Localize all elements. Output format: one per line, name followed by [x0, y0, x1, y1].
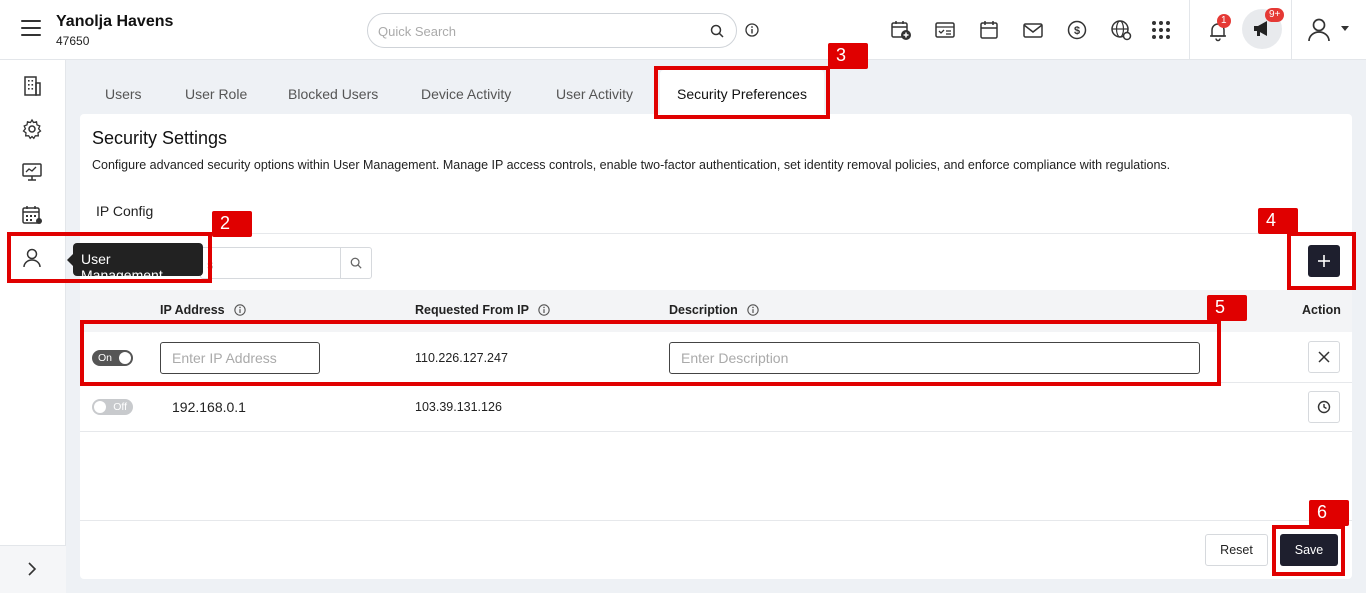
checklist-icon[interactable] [934, 19, 956, 41]
ip-status-toggle[interactable]: Off [92, 399, 133, 415]
header-divider [1291, 0, 1292, 60]
mail-icon[interactable] [1022, 19, 1044, 41]
tab-security-preferences[interactable]: Security Preferences [660, 70, 824, 114]
column-label: Description [669, 303, 738, 317]
plus-icon [1318, 255, 1330, 267]
security-settings-card: Security Settings Configure advanced sec… [80, 114, 1352, 579]
tab-user-activity[interactable]: User Activity [556, 86, 633, 102]
page-description: Configure advanced security options with… [92, 158, 1171, 172]
table-header: IP Address Requested From IP Description… [80, 290, 1352, 332]
toggle-knob [119, 352, 131, 364]
info-icon[interactable] [234, 304, 246, 316]
tab-device-activity[interactable]: Device Activity [421, 86, 511, 102]
annotation-tag: 5 [1207, 295, 1247, 321]
svg-text:$: $ [1074, 25, 1080, 37]
column-requested-from-ip: Requested From IP [415, 303, 550, 317]
column-ip-address: IP Address [160, 303, 246, 317]
announcement-badge: 9+ [1265, 8, 1285, 22]
property-name: Yanolja Havens [56, 13, 174, 30]
column-description: Description [669, 303, 759, 317]
ip-address-input[interactable] [160, 342, 320, 374]
dollar-icon[interactable]: $ [1066, 19, 1088, 41]
chevron-down-icon[interactable] [1340, 25, 1350, 33]
annotation-tag: 6 [1309, 500, 1349, 526]
header-divider [1189, 0, 1190, 60]
add-ip-button[interactable] [1308, 245, 1340, 277]
info-icon[interactable] [747, 304, 759, 316]
tab-user-role[interactable]: User Role [185, 86, 247, 102]
apps-grid-icon[interactable] [1150, 19, 1172, 41]
chevron-right-icon [28, 562, 37, 576]
divider [80, 233, 1352, 234]
table-search-button[interactable] [340, 248, 371, 278]
search-icon [350, 257, 362, 269]
notification-badge: 1 [1217, 14, 1231, 28]
sidebar-expand-button[interactable] [0, 545, 66, 593]
info-icon[interactable] [745, 23, 759, 37]
user-avatar-icon[interactable] [1306, 17, 1332, 43]
footer-divider [80, 520, 1352, 521]
search-icon[interactable] [710, 24, 724, 38]
user-icon[interactable] [20, 246, 44, 270]
section-title: IP Config [96, 203, 154, 219]
property-id: 47650 [56, 34, 90, 48]
annotation-tag: 3 [828, 43, 868, 69]
history-button[interactable] [1308, 391, 1340, 423]
table-search-input[interactable] [207, 254, 337, 274]
column-label: IP Address [160, 303, 225, 317]
toggle-label: Off [113, 401, 127, 413]
sidebar [0, 60, 66, 593]
quick-search [367, 13, 737, 48]
megaphone-icon [1254, 21, 1267, 36]
monitor-icon[interactable] [20, 160, 44, 184]
requested-ip: 103.39.131.126 [415, 400, 502, 414]
globe-settings-icon[interactable] [1110, 19, 1132, 41]
sidebar-tooltip: User Management [67, 243, 203, 283]
tab-users[interactable]: Users [105, 86, 142, 102]
save-button[interactable]: Save [1280, 534, 1338, 566]
menu-icon[interactable] [21, 20, 41, 38]
building-icon[interactable] [20, 74, 44, 98]
row-divider [80, 431, 1352, 432]
row-divider [80, 382, 1352, 383]
annotation-tag: 4 [1258, 208, 1298, 234]
ip-status-toggle[interactable]: On [92, 350, 133, 366]
close-icon [1318, 351, 1330, 363]
requested-ip: 110.226.127.247 [415, 351, 508, 365]
top-header: Yanolja Havens 47650 $ 1 9+ [0, 0, 1366, 60]
annotation-tag: 2 [212, 211, 252, 237]
ip-address: 192.168.0.1 [172, 399, 246, 415]
description-input[interactable] [669, 342, 1200, 374]
reset-button[interactable]: Reset [1205, 534, 1268, 566]
table-search [200, 247, 372, 279]
gear-icon[interactable] [20, 117, 44, 141]
page-title: Security Settings [92, 128, 228, 148]
toggle-label: On [98, 352, 113, 364]
tab-blocked-users[interactable]: Blocked Users [288, 86, 378, 102]
calendar-icon[interactable] [978, 19, 1000, 41]
column-label: Requested From IP [415, 303, 529, 317]
calendar-grid-icon[interactable] [20, 203, 44, 227]
column-action: Action [1302, 303, 1341, 317]
toggle-knob [94, 401, 106, 413]
remove-row-button[interactable] [1308, 341, 1340, 373]
quick-search-input[interactable] [378, 20, 698, 42]
calendar-add-icon[interactable] [890, 19, 912, 41]
info-icon[interactable] [538, 304, 550, 316]
clock-history-icon [1317, 400, 1331, 414]
